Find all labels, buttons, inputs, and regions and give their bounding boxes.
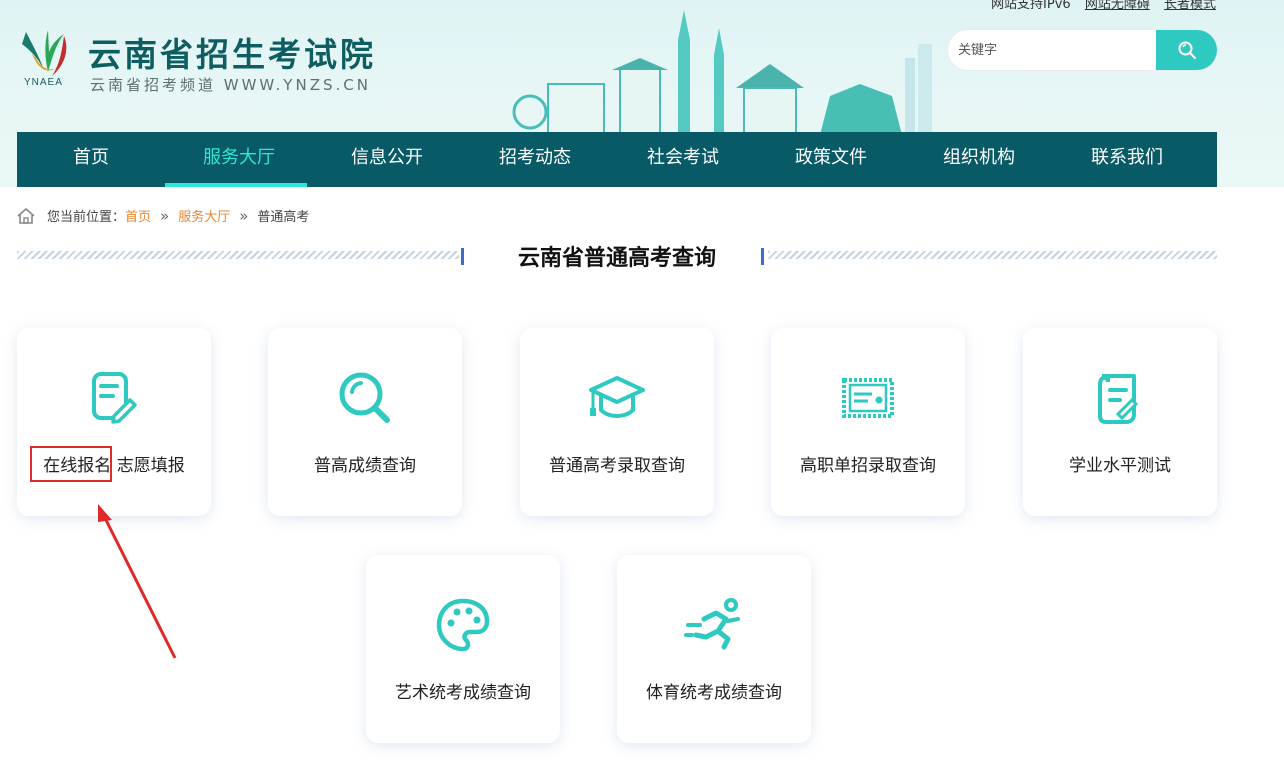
- breadcrumb-separator: »: [160, 206, 170, 225]
- breadcrumb-current: 普通高考: [257, 210, 310, 225]
- main-nav: 首页 服务大厅 信息公开 招考动态 社会考试 政策文件 组织机构 联系我们: [17, 132, 1217, 187]
- certificate-icon: [842, 378, 894, 418]
- top-links: 网站支持IPv6 网站无障碍 长者模式: [981, 0, 1216, 12]
- card-label: 高职单招录取查询: [800, 456, 936, 476]
- nav-item-policy-documents[interactable]: 政策文件: [757, 132, 905, 187]
- card-admission-query[interactable]: 普通高考录取查询: [520, 328, 714, 516]
- card-art-exam-score-query[interactable]: 艺术统考成绩查询: [366, 555, 560, 743]
- breadcrumb-separator: »: [239, 206, 249, 225]
- site-subtitle: 云南省招考频道 WWW.YNZS.CN: [90, 76, 371, 94]
- card-sports-exam-score-query[interactable]: 体育统考成绩查询: [617, 555, 811, 743]
- graduation-cap-icon: [589, 376, 645, 418]
- nav-item-home[interactable]: 首页: [17, 132, 165, 187]
- elder-mode-link[interactable]: 长者模式: [1164, 0, 1216, 12]
- breadcrumb: 您当前位置： 首页 » 服务大厅 » 普通高考: [17, 206, 309, 225]
- card-score-query[interactable]: 普高成绩查询: [268, 328, 462, 516]
- home-icon: [17, 207, 35, 224]
- search-input[interactable]: [948, 30, 1156, 70]
- card-vocational-admission-query[interactable]: 高职单招录取查询: [771, 328, 965, 516]
- breadcrumb-label: 您当前位置：: [47, 210, 126, 225]
- ipv6-support-text: 网站支持IPv6: [991, 0, 1071, 12]
- card-label: 普高成绩查询: [314, 456, 416, 476]
- test-paper-icon: [1098, 374, 1139, 424]
- site-title[interactable]: 云南省招生考试院: [88, 28, 376, 76]
- search-box: [948, 30, 1217, 70]
- accessibility-link[interactable]: 网站无障碍: [1085, 0, 1150, 12]
- card-label: 体育统考成绩查询: [646, 683, 782, 703]
- nav-item-contact-us[interactable]: 联系我们: [1053, 132, 1201, 187]
- title-decoration-right: [768, 251, 1217, 259]
- card-proficiency-test[interactable]: 学业水平测试: [1023, 328, 1217, 516]
- city-skyline-illustration: [512, 10, 932, 135]
- nav-item-info-disclosure[interactable]: 信息公开: [313, 132, 461, 187]
- search-icon: [1178, 41, 1196, 60]
- nav-item-social-exams[interactable]: 社会考试: [609, 132, 757, 187]
- nav-item-service-hall[interactable]: 服务大厅: [165, 132, 313, 187]
- breadcrumb-home-link[interactable]: 首页: [125, 206, 151, 225]
- nav-item-organization[interactable]: 组织机构: [905, 132, 1053, 187]
- annotation-arrow-icon: [98, 504, 177, 659]
- title-tick-right: [761, 248, 764, 265]
- logo-text: YNAEA: [24, 77, 63, 88]
- nav-item-exam-news[interactable]: 招考动态: [461, 132, 609, 187]
- card-label: 艺术统考成绩查询: [395, 683, 531, 703]
- card-online-registration[interactable]: 在线报名 志愿填报: [17, 328, 211, 516]
- card-label: 普通高考录取查询: [549, 456, 685, 476]
- highlight-box: [30, 446, 112, 482]
- breadcrumb-service-hall-link[interactable]: 服务大厅: [178, 206, 230, 225]
- card-label: 学业水平测试: [1069, 456, 1171, 476]
- palette-icon: [436, 598, 490, 652]
- running-icon: [684, 598, 740, 650]
- edit-document-icon: [92, 372, 137, 424]
- search-button[interactable]: [1156, 30, 1217, 70]
- search-icon: [339, 372, 390, 423]
